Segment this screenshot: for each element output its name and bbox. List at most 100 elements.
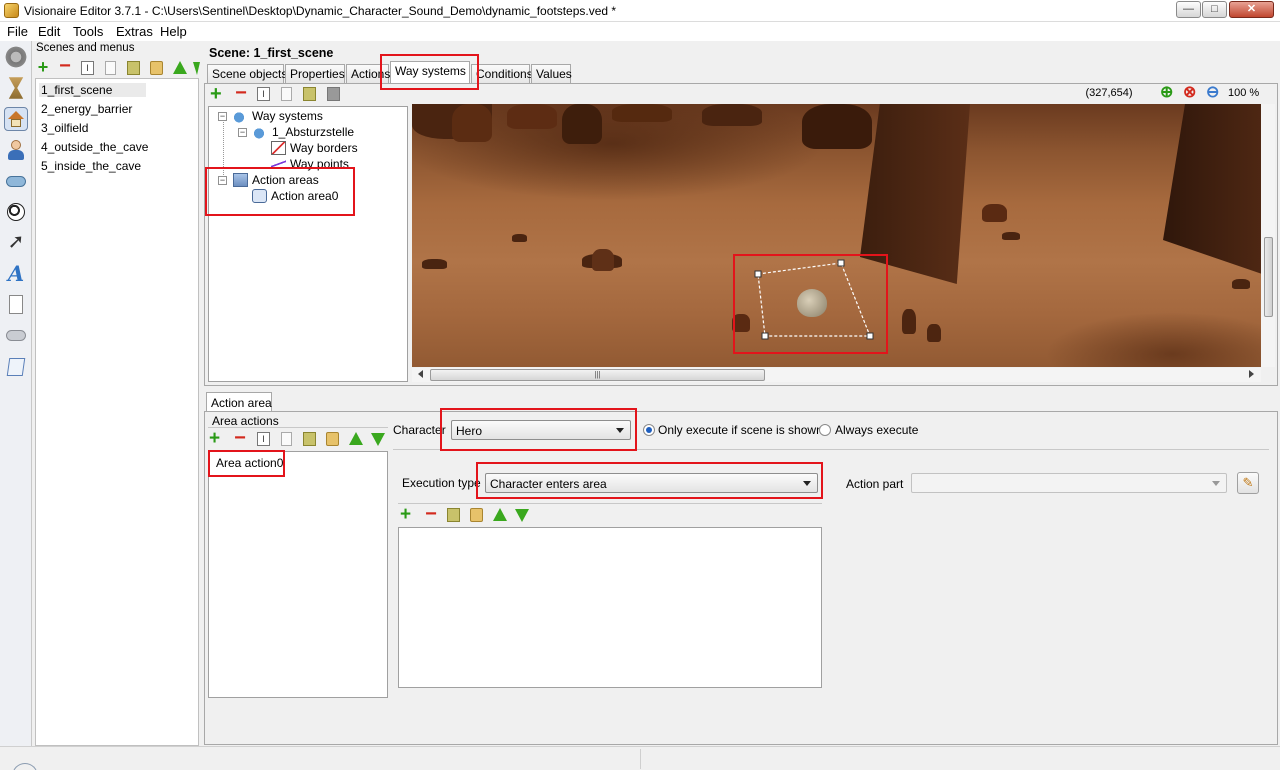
list-item[interactable]: 3_oilfield xyxy=(41,121,88,135)
remove-action-part-icon[interactable]: − xyxy=(423,504,439,524)
chevron-down-icon xyxy=(616,428,624,433)
way-system-icon xyxy=(233,109,248,123)
scroll-grip[interactable]: ||| xyxy=(430,369,765,381)
tree-node-action-areas[interactable]: Action areas xyxy=(252,173,319,187)
list-item[interactable]: 4_outside_the_cave xyxy=(41,140,148,154)
tab-action-area[interactable]: Action area xyxy=(206,392,272,412)
status-bar xyxy=(0,746,1280,770)
cursor-coordinates: (327,654) xyxy=(1085,87,1133,99)
tab-actions[interactable]: Actions xyxy=(346,64,390,83)
maximize-button[interactable]: □ xyxy=(1202,1,1227,18)
remove-way-system-icon[interactable]: − xyxy=(233,83,249,103)
add-way-system-icon[interactable]: + xyxy=(210,84,226,104)
tab-scene-objects[interactable]: Scene objects xyxy=(207,64,287,83)
rename-area-action-icon[interactable]: I xyxy=(257,432,270,446)
hourglass-icon[interactable] xyxy=(8,77,24,99)
add-area-action-icon[interactable]: + xyxy=(209,429,225,448)
delete-disabled-icon[interactable] xyxy=(327,87,340,101)
collapse-toggle-icon[interactable]: − xyxy=(218,112,227,121)
script-scroll-icon[interactable] xyxy=(4,355,28,379)
tab-values[interactable]: Values xyxy=(531,64,572,83)
collapse-toggle-icon[interactable]: − xyxy=(218,176,227,185)
paste-into-area-action-icon[interactable] xyxy=(303,432,316,446)
zoom-out-icon[interactable]: ⊖ xyxy=(1206,85,1222,102)
radio-always-execute[interactable] xyxy=(819,424,831,436)
radio-only-if-shown-label[interactable]: Only execute if scene is shown xyxy=(658,423,823,437)
scenes-panel-header: Scenes and menus xyxy=(36,42,135,54)
character-icon[interactable] xyxy=(4,138,28,162)
menu-edit[interactable]: Edit xyxy=(38,24,60,39)
copy-area-action-icon[interactable] xyxy=(281,432,292,446)
zoom-reset-icon[interactable]: ⊗ xyxy=(1183,85,1199,102)
list-item[interactable]: Area action0 xyxy=(216,456,283,470)
move-action-part-up-icon[interactable] xyxy=(493,508,507,521)
tab-way-systems[interactable]: Way systems xyxy=(390,61,470,83)
paste-icon[interactable] xyxy=(150,61,163,75)
chevron-down-icon xyxy=(803,481,811,486)
paste-action-part-icon[interactable] xyxy=(470,508,483,522)
move-down-icon[interactable] xyxy=(193,62,200,75)
menu-file[interactable]: File xyxy=(7,24,28,39)
tree-node-way-systems[interactable]: Way systems xyxy=(252,109,323,123)
action-part-label: Action part xyxy=(846,477,904,491)
weather-cloud-icon[interactable] xyxy=(4,324,28,348)
paste-into-action-part-icon[interactable] xyxy=(447,508,460,522)
rename-icon[interactable]: I xyxy=(81,61,94,75)
tab-conditions[interactable]: Conditions xyxy=(471,64,533,83)
minimize-button[interactable]: — xyxy=(1176,1,1201,18)
scenes-house-icon[interactable] xyxy=(4,107,28,131)
way-points-icon xyxy=(271,157,286,171)
character-select[interactable]: Hero xyxy=(451,420,631,440)
horizontal-scrollbar[interactable]: ||| xyxy=(412,368,1261,382)
tree-node-way-points[interactable]: Way points xyxy=(290,157,349,171)
ball-icon[interactable] xyxy=(4,200,28,224)
add-scene-icon[interactable]: + xyxy=(35,58,51,76)
list-item[interactable]: 1_first_scene xyxy=(39,83,146,97)
remove-scene-icon[interactable]: − xyxy=(57,56,73,76)
edit-pencil-icon[interactable]: ✎ xyxy=(1237,472,1259,494)
scene-title: Scene: 1_first_scene xyxy=(209,46,334,60)
copy-way-system-icon[interactable] xyxy=(281,87,292,101)
tab-properties[interactable]: Properties xyxy=(285,64,345,83)
gamepad-icon[interactable] xyxy=(4,169,28,193)
execution-type-label: Execution type xyxy=(402,476,481,490)
tree-node-absturzstelle[interactable]: 1_Absturzstelle xyxy=(272,125,354,139)
add-action-part-icon[interactable]: + xyxy=(400,505,416,524)
remove-area-action-icon[interactable]: − xyxy=(232,428,248,448)
radio-always-execute-label[interactable]: Always execute xyxy=(835,423,918,437)
copy-icon[interactable] xyxy=(105,61,116,75)
paste-into-way-system-icon[interactable] xyxy=(303,87,316,101)
list-item[interactable]: 2_energy_barrier xyxy=(41,102,132,116)
move-area-action-down-icon[interactable] xyxy=(371,433,385,446)
list-item[interactable]: 5_inside_the_cave xyxy=(41,159,141,173)
scene-viewport[interactable] xyxy=(412,104,1261,367)
action-part-select[interactable] xyxy=(911,473,1227,493)
vertical-scrollbar[interactable] xyxy=(1261,104,1275,367)
settings-gear-icon[interactable] xyxy=(4,45,28,69)
radio-only-if-shown[interactable] xyxy=(643,424,655,436)
execution-type-select[interactable]: Character enters area xyxy=(485,473,818,493)
action-area-polygon[interactable] xyxy=(412,104,1261,367)
menu-extras[interactable]: Extras xyxy=(116,24,153,39)
execution-type-select-value: Character enters area xyxy=(490,477,607,491)
title-bar: Visionaire Editor 3.7.1 - C:\Users\Senti… xyxy=(0,0,1280,22)
window-title: Visionaire Editor 3.7.1 - C:\Users\Senti… xyxy=(24,4,617,18)
tree-node-way-borders[interactable]: Way borders xyxy=(290,141,358,155)
zoom-in-icon[interactable]: ⊕ xyxy=(1160,85,1176,102)
paste-area-action-icon[interactable] xyxy=(326,432,339,446)
move-up-icon[interactable] xyxy=(173,61,187,74)
menu-bar: File Edit Tools Extras Help xyxy=(0,22,1280,41)
tree-node-action-area0[interactable]: Action area0 xyxy=(271,189,338,203)
text-document-icon[interactable] xyxy=(4,293,28,317)
action-areas-icon xyxy=(233,173,248,187)
rename-way-system-icon[interactable]: I xyxy=(257,87,270,101)
pointer-icon[interactable]: ➚ xyxy=(4,231,28,255)
move-action-part-down-icon[interactable] xyxy=(515,509,529,522)
font-icon[interactable]: A xyxy=(4,262,28,286)
paste-into-icon[interactable] xyxy=(127,61,140,75)
close-button[interactable]: ✕ xyxy=(1229,1,1274,18)
menu-help[interactable]: Help xyxy=(160,24,187,39)
menu-tools[interactable]: Tools xyxy=(73,24,103,39)
move-area-action-up-icon[interactable] xyxy=(349,432,363,445)
collapse-toggle-icon[interactable]: − xyxy=(238,128,247,137)
